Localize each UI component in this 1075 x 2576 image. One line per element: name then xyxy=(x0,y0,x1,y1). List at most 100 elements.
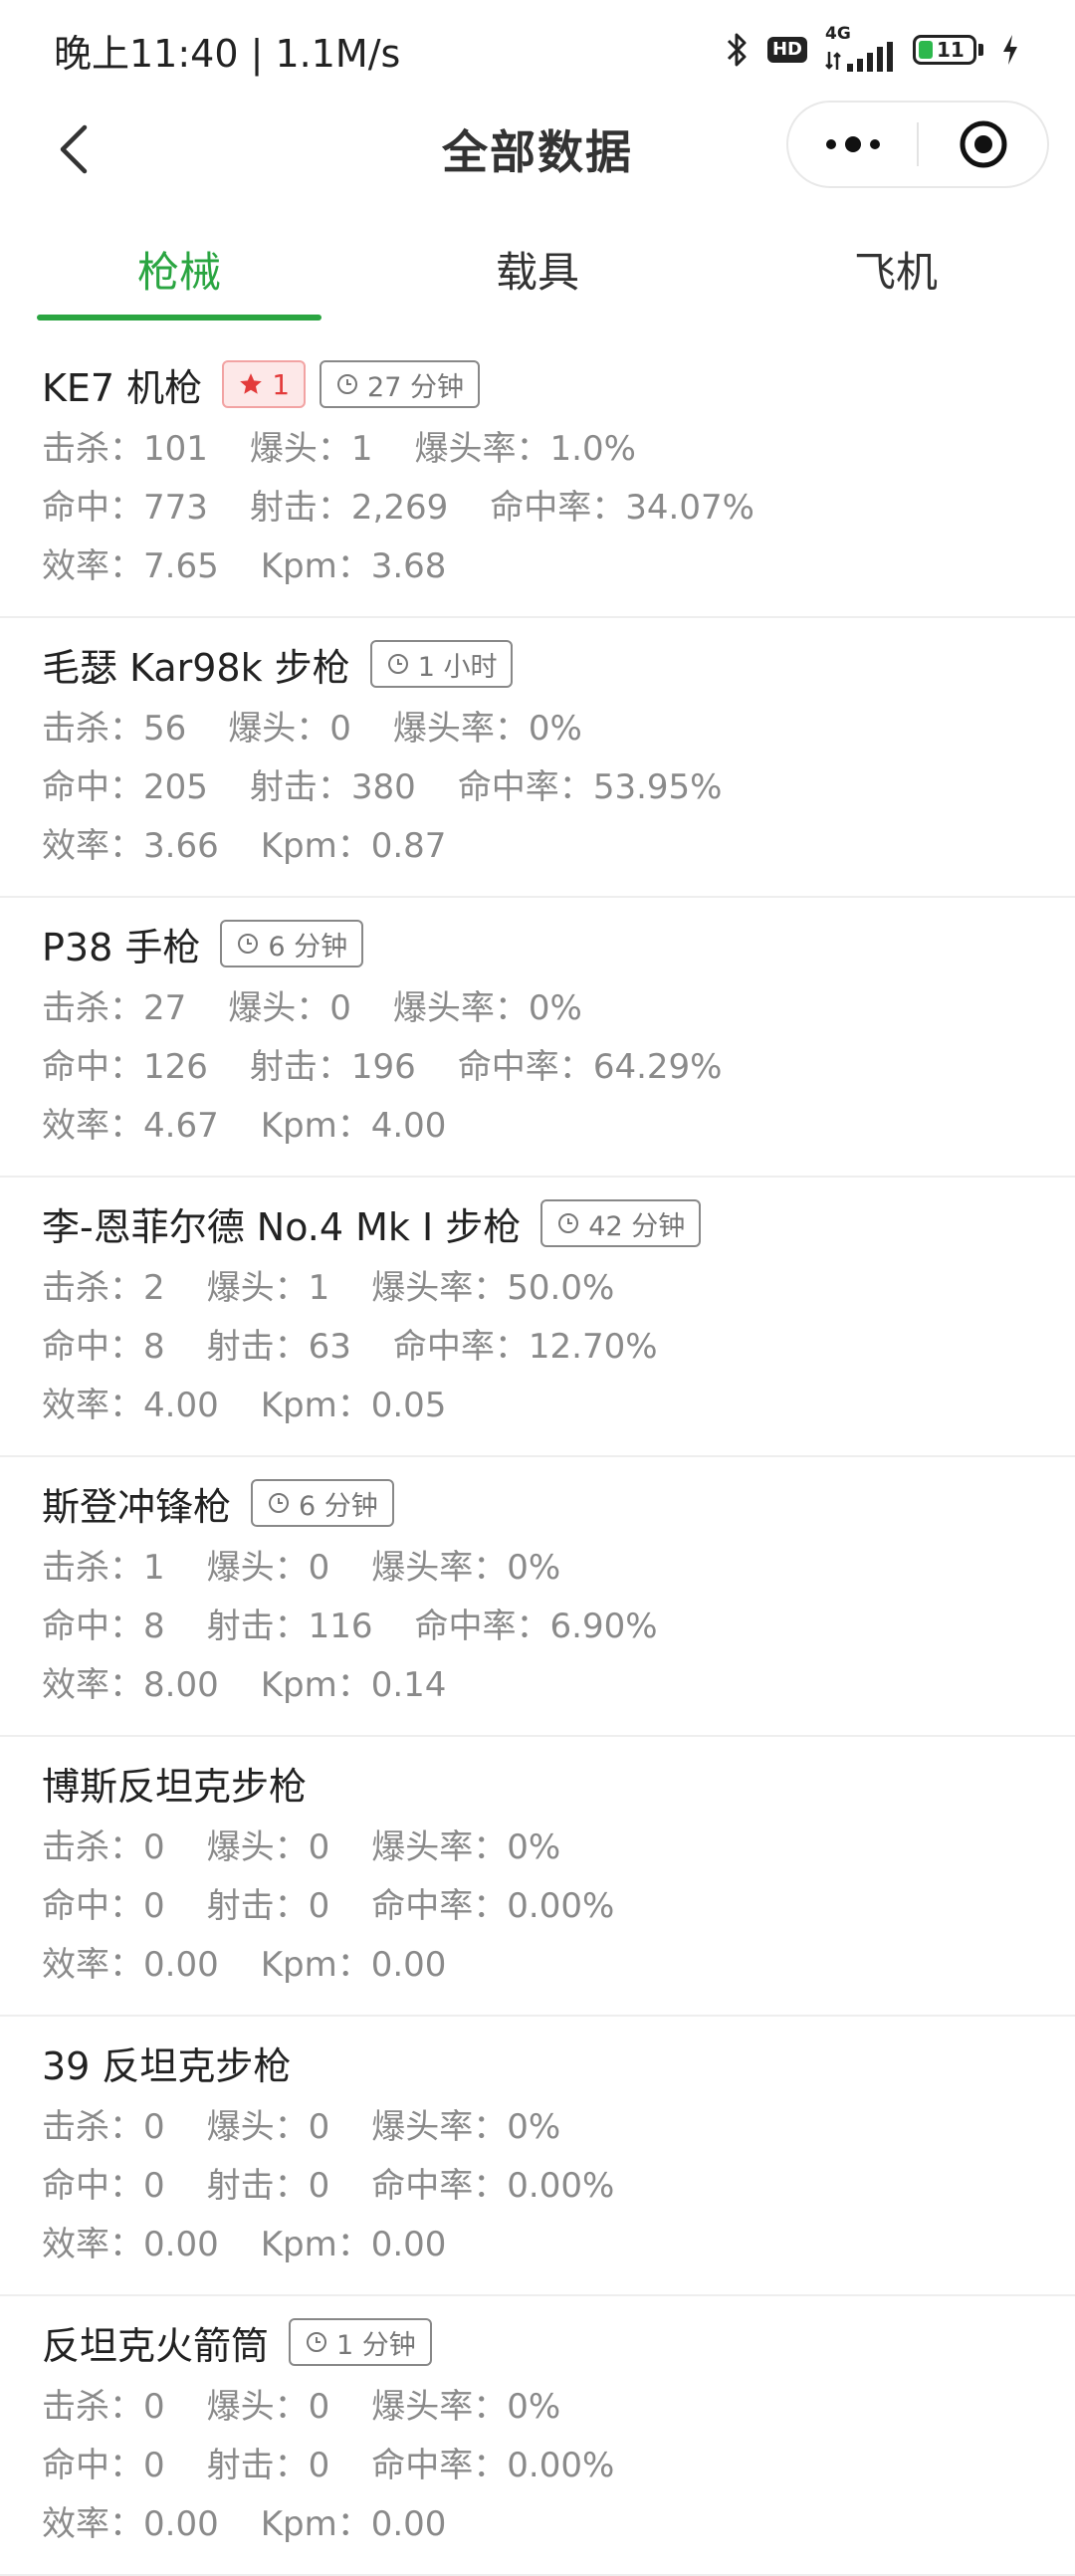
list-item[interactable]: 李-恩菲尔德 No.4 Mk I 步枪 42 分钟 击杀：2 爆头：1 爆头率：… xyxy=(0,1178,1075,1457)
kpm-label: Kpm： xyxy=(260,1386,371,1425)
hs-rate-stat: 爆头率：0% xyxy=(393,980,582,1029)
hs-rate-label: 爆头率： xyxy=(371,2387,508,2427)
kpm-stat: Kpm：0.14 xyxy=(261,1657,447,1706)
list-item[interactable]: 39 反坦克步枪 击杀：0 爆头：0 爆头率：0% 命中：0 射击：0 命中率：… xyxy=(0,2017,1075,2296)
kpm-value: 0.14 xyxy=(370,1665,447,1705)
weapon-name: 毛瑟 Kar98k 步枪 xyxy=(42,645,350,690)
tab-aircraft[interactable]: 飞机 xyxy=(717,219,1075,319)
hs-rate-value: 1.0% xyxy=(549,429,636,469)
list-item[interactable]: 反坦克火箭筒 1 分钟 击杀：0 爆头：0 爆头率：0% 命中：0 射击：0 命… xyxy=(0,2296,1075,2576)
efficiency-stat: 效率：8.00 xyxy=(42,1657,219,1706)
chevron-left-icon xyxy=(60,124,88,174)
hs-rate-label: 爆头率： xyxy=(414,429,550,469)
status-bar: 晚上11:40 | 1.1M/s HD 4G 11 xyxy=(0,0,1075,100)
item-header: 39 反坦克步枪 xyxy=(42,2031,1033,2094)
efficiency-value: 7.65 xyxy=(143,546,219,586)
shots-label: 射击： xyxy=(249,1047,351,1087)
headshots-label: 爆头： xyxy=(249,429,351,469)
weapon-list: KE7 机枪 1 27 分钟 击杀：101 爆头：1 爆头率：1.0% 命中：7… xyxy=(0,338,1075,2576)
hs-rate-label: 爆头率： xyxy=(371,1827,508,1867)
hit-rate-stat: 命中率：53.95% xyxy=(458,759,723,808)
list-item[interactable]: 毛瑟 Kar98k 步枪 1 小时 击杀：56 爆头：0 爆头率：0% 命中：2… xyxy=(0,618,1075,898)
more-button[interactable] xyxy=(788,103,917,186)
headshots-stat: 爆头：0 xyxy=(228,701,351,750)
star-icon xyxy=(240,373,263,394)
efficiency-stat: 效率：0.00 xyxy=(42,1937,219,1986)
efficiency-stat: 效率：4.00 xyxy=(42,1378,219,1426)
stat-row-efficiency: 效率：8.00 Kpm：0.14 xyxy=(42,1652,1033,1711)
clock-icon xyxy=(558,1213,579,1233)
kills-stat: 击杀：0 xyxy=(42,2379,165,2428)
efficiency-stat: 效率：0.00 xyxy=(42,2496,219,2545)
shots-stat: 射击：63 xyxy=(207,1319,351,1368)
play-time: 42 分钟 xyxy=(588,1210,686,1242)
stat-row-hits: 命中：126 射击：196 命中率：64.29% xyxy=(42,1034,1033,1093)
headshots-value: 0 xyxy=(308,2387,330,2427)
hits-value: 0 xyxy=(143,2166,165,2206)
tab-vehicles[interactable]: 载具 xyxy=(358,219,717,319)
shots-value: 380 xyxy=(350,767,416,807)
list-item[interactable]: P38 手枪 6 分钟 击杀：27 爆头：0 爆头率：0% 命中：126 射击：… xyxy=(0,898,1075,1178)
hits-label: 命中： xyxy=(42,767,143,807)
close-mini-program-button[interactable] xyxy=(919,103,1047,186)
hit-rate-stat: 命中率：0.00% xyxy=(371,2438,614,2486)
kpm-value: 3.68 xyxy=(370,546,447,586)
kills-label: 击杀： xyxy=(42,988,143,1028)
efficiency-label: 效率： xyxy=(42,826,143,866)
efficiency-stat: 效率：3.66 xyxy=(42,818,219,867)
hits-value: 773 xyxy=(143,488,208,528)
hs-rate-value: 0% xyxy=(528,709,582,749)
hits-label: 命中： xyxy=(42,2166,143,2206)
shots-stat: 射击：2,269 xyxy=(250,480,448,529)
hit-rate-stat: 命中率：0.00% xyxy=(371,2158,614,2207)
bluetooth-icon xyxy=(727,33,747,67)
list-item[interactable]: 斯登冲锋枪 6 分钟 击杀：1 爆头：0 爆头率：0% 命中：8 射击：116 … xyxy=(0,1457,1075,1737)
item-header: 反坦克火箭筒 1 分钟 xyxy=(42,2310,1033,2374)
efficiency-stat: 效率：0.00 xyxy=(42,2217,219,2265)
headshots-stat: 爆头：0 xyxy=(207,1540,330,1589)
hits-stat: 命中：205 xyxy=(42,759,208,808)
time-badge: 6 分钟 xyxy=(251,1479,394,1527)
kpm-label: Kpm： xyxy=(260,826,371,866)
hit-rate-value: 53.95% xyxy=(592,767,723,807)
kills-value: 27 xyxy=(143,988,187,1028)
headshots-label: 爆头： xyxy=(206,1548,309,1588)
hs-rate-stat: 爆头率：0% xyxy=(393,701,582,750)
kills-value: 0 xyxy=(143,1827,165,1867)
hits-value: 8 xyxy=(143,1607,165,1646)
kpm-label: Kpm： xyxy=(260,1945,371,1985)
network-type: 4G xyxy=(825,24,851,44)
more-dots-icon xyxy=(825,136,880,152)
target-close-icon xyxy=(960,120,1006,168)
efficiency-value: 4.00 xyxy=(143,1386,219,1425)
hits-label: 命中： xyxy=(42,1886,143,1926)
kpm-label: Kpm： xyxy=(260,2504,371,2544)
efficiency-stat: 效率：4.67 xyxy=(42,1098,219,1147)
item-header: KE7 机枪 1 27 分钟 xyxy=(42,352,1033,416)
tab-guns[interactable]: 枪械 xyxy=(0,219,358,319)
headshots-value: 0 xyxy=(329,709,351,749)
hits-value: 0 xyxy=(143,1886,165,1926)
hits-label: 命中： xyxy=(42,488,143,528)
back-button[interactable] xyxy=(44,119,104,179)
hits-stat: 命中：126 xyxy=(42,1039,208,1088)
kills-value: 2 xyxy=(143,1268,165,1308)
hits-stat: 命中：773 xyxy=(42,480,208,529)
star-count: 1 xyxy=(272,367,291,401)
kpm-value: 0.00 xyxy=(370,1945,447,1985)
kills-stat: 击杀：101 xyxy=(42,421,208,470)
time-badge: 42 分钟 xyxy=(540,1199,702,1247)
kpm-stat: Kpm：0.00 xyxy=(261,1937,447,1986)
kills-value: 56 xyxy=(143,709,187,749)
list-item[interactable]: 博斯反坦克步枪 击杀：0 爆头：0 爆头率：0% 命中：0 射击：0 命中率：0… xyxy=(0,1737,1075,2017)
hits-value: 8 xyxy=(143,1327,165,1367)
stat-row-kills: 击杀：56 爆头：0 爆头率：0% xyxy=(42,696,1033,754)
mini-program-capsule xyxy=(786,101,1049,188)
shots-stat: 射击：0 xyxy=(207,1878,330,1927)
signal-icon: 4G xyxy=(825,26,895,74)
headshots-stat: 爆头：0 xyxy=(228,980,351,1029)
headshots-value: 1 xyxy=(308,1268,330,1308)
list-item[interactable]: KE7 机枪 1 27 分钟 击杀：101 爆头： 1 爆头率：1.0% 命中：7… xyxy=(0,338,1075,618)
stat-row-efficiency: 效率：0.00 Kpm：0.00 xyxy=(42,2212,1033,2270)
battery-icon: 11 xyxy=(913,35,983,65)
